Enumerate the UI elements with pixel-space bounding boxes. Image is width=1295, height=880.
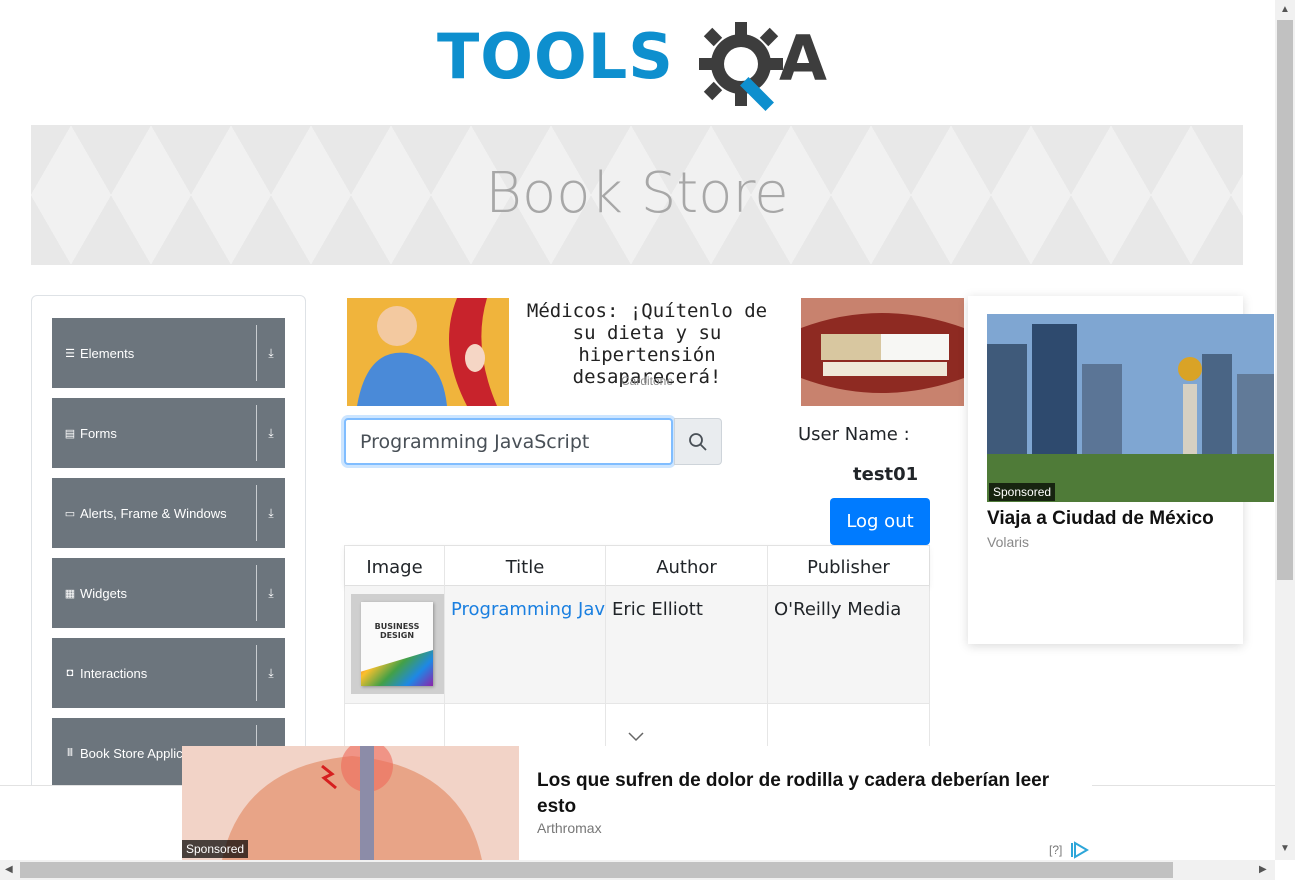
book-author-cell: Eric Elliott: [606, 586, 768, 704]
sponsored-ad-right[interactable]: Sponsored Viaja a Ciudad de México Volar…: [968, 296, 1274, 644]
sponsored-badge: Sponsored: [182, 840, 249, 858]
user-name-value: test01: [853, 464, 919, 485]
ad-image-teeth[interactable]: [801, 298, 964, 406]
column-header-author[interactable]: Author: [606, 546, 768, 586]
menu-group-label: Interactions: [80, 665, 148, 681]
ad-illustration: [801, 298, 964, 406]
menu-group-widgets[interactable]: ▦ Widgets ⤓: [52, 558, 285, 628]
book-cover-image: BUSINESS DESIGN: [351, 594, 444, 694]
book-cover-text: BUSINESS DESIGN: [374, 622, 420, 640]
download-arrow-icon: ⤓: [268, 505, 274, 520]
search-button[interactable]: [674, 418, 722, 465]
ad-title[interactable]: Viaja a Ciudad de México: [987, 508, 1214, 530]
chevron-down-icon[interactable]: [628, 732, 644, 742]
book-title-cell: Programming JavaScript Applications: [445, 586, 606, 704]
form-icon: ▤: [64, 427, 76, 440]
ad-image-heart-patient[interactable]: [347, 298, 509, 406]
search-icon: [689, 432, 707, 451]
ad-source: Carditone: [620, 374, 674, 388]
ad-source: Arthromax: [537, 820, 602, 836]
sponsored-badge: Sponsored: [989, 483, 1056, 501]
search-input[interactable]: [344, 418, 673, 465]
download-arrow-icon: ⤓: [268, 345, 274, 360]
books-table: Image Title Author Publisher BUSINESS DE…: [344, 545, 930, 756]
scroll-up-arrow-icon[interactable]: ▲: [1280, 4, 1290, 15]
book-cover-cell: BUSINESS DESIGN: [345, 586, 445, 704]
grid-icon: ▦: [64, 587, 76, 600]
books-icon: 𝍫: [67, 746, 73, 759]
menu-group-alerts[interactable]: ▭ Alerts, Frame & Windows ⤓: [52, 478, 285, 548]
download-arrow-icon: ⤓: [268, 585, 274, 600]
menu-group-label: Widgets: [80, 585, 127, 601]
scroll-right-arrow-icon[interactable]: ▶: [1259, 864, 1267, 875]
book-publisher-cell: O'Reilly Media: [774, 599, 902, 620]
ad-image-city: [987, 314, 1274, 502]
ad-title[interactable]: Los que sufren de dolor de rodilla y cad…: [537, 768, 1087, 820]
book-title-link[interactable]: Programming JavaScript Applications: [451, 599, 605, 620]
left-menu-panel: ☰ Elements ⤓ ▤ Forms ⤓ ▭ Alerts, Frame &…: [31, 295, 306, 815]
ad-illustration: [347, 298, 509, 406]
user-name-label: User Name :: [798, 424, 910, 445]
ad-source: Volaris: [987, 534, 1030, 550]
horizontal-scrollbar-thumb[interactable]: [20, 862, 1173, 878]
menu-group-interactions[interactable]: ◘ Interactions ⤓: [52, 638, 285, 708]
scroll-down-arrow-icon[interactable]: ▼: [1280, 843, 1290, 854]
menu-group-forms[interactable]: ▤ Forms ⤓: [52, 398, 285, 468]
window-icon: ▭: [64, 507, 76, 520]
table-header: Image Title Author Publisher: [345, 546, 929, 586]
ad-help-link[interactable]: [?]: [1049, 843, 1062, 857]
column-header-publisher[interactable]: Publisher: [768, 546, 929, 586]
menu-group-label: Forms: [80, 425, 117, 441]
scroll-left-arrow-icon[interactable]: ◀: [5, 864, 13, 875]
menu-group-label: Elements: [80, 345, 135, 361]
menu-group-label: Alerts, Frame & Windows: [80, 505, 227, 521]
logout-button[interactable]: Log out: [830, 498, 930, 545]
menu-group-elements[interactable]: ☰ Elements ⤓: [52, 318, 285, 388]
column-header-image[interactable]: Image: [345, 546, 445, 586]
download-arrow-icon: ⤓: [268, 665, 274, 680]
table-row: BUSINESS DESIGN Programming JavaScript A…: [345, 586, 929, 704]
logo-text: TOOLS: [437, 20, 674, 93]
vertical-scrollbar-thumb[interactable]: [1277, 20, 1293, 580]
logo-suffix: A: [779, 22, 827, 95]
adchoices-icon[interactable]: [1070, 841, 1090, 859]
toolsqa-logo[interactable]: TOOLS A: [437, 18, 842, 114]
download-arrow-icon: ⤓: [268, 425, 274, 440]
interactions-icon: ◘: [66, 667, 74, 679]
hamburger-icon: ☰: [65, 347, 75, 360]
column-header-title[interactable]: Title: [445, 546, 606, 586]
page-banner: Book Store: [31, 125, 1243, 265]
city-illustration: [987, 314, 1274, 502]
page-title: Book Store: [485, 161, 789, 226]
